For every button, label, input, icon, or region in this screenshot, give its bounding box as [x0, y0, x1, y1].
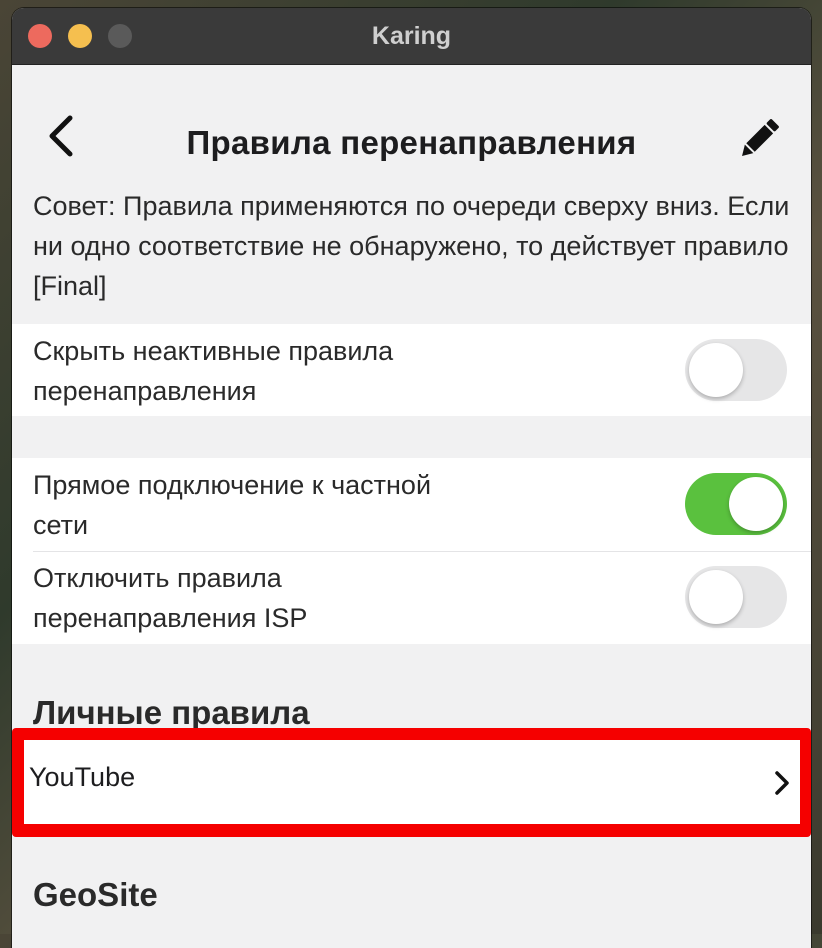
- app-window: Karing Правила перенаправления Совет: Пр…: [12, 8, 811, 948]
- label-line: Отключить правила: [33, 563, 282, 593]
- setting-row-disable-isp: Отключить правила перенаправления ISP: [12, 551, 811, 644]
- disable-isp-toggle[interactable]: [685, 566, 787, 628]
- setting-label: Скрыть неактивные правила перенаправлени…: [33, 331, 553, 411]
- settings-group-1: Скрыть неактивные правила перенаправлени…: [12, 324, 811, 416]
- tip-text: Совет: Правила применяются по очереди св…: [33, 191, 790, 301]
- page-title: Правила перенаправления: [186, 124, 637, 161]
- personal-rules-heading: Личные правила: [33, 694, 310, 731]
- setting-row-direct-private: Прямое подключение к частной сети: [12, 458, 811, 551]
- toggle-knob: [689, 570, 743, 624]
- setting-label: Отключить правила перенаправления ISP: [33, 558, 553, 638]
- highlight-frame: YouTube: [12, 728, 811, 837]
- settings-group-2: Прямое подключение к частной сети Отключ…: [12, 458, 811, 644]
- geosite-heading: GeoSite: [33, 876, 158, 913]
- toggle-knob: [729, 477, 783, 531]
- direct-private-toggle[interactable]: [685, 473, 787, 535]
- title-bar: Karing: [12, 8, 811, 65]
- window-title: Karing: [371, 22, 452, 50]
- edit-button[interactable]: [734, 114, 784, 164]
- page-header: Правила перенаправления: [12, 64, 811, 194]
- rule-item-label: YouTube: [29, 762, 136, 792]
- setting-row-hide-inactive: Скрыть неактивные правила перенаправлени…: [12, 324, 811, 416]
- setting-label: Прямое подключение к частной сети: [33, 465, 553, 545]
- rule-item-youtube[interactable]: YouTube: [24, 740, 800, 824]
- label-line: Прямое подключение к частной: [33, 470, 432, 500]
- label-line: перенаправления ISP: [33, 603, 308, 633]
- label-line: Скрыть неактивные правила: [33, 336, 394, 366]
- chevron-right-icon: [775, 771, 789, 795]
- hide-inactive-toggle[interactable]: [685, 339, 787, 401]
- toggle-knob: [689, 343, 743, 397]
- label-line: перенаправления: [33, 376, 257, 406]
- label-line: сети: [33, 510, 89, 540]
- pencil-icon: [742, 119, 779, 156]
